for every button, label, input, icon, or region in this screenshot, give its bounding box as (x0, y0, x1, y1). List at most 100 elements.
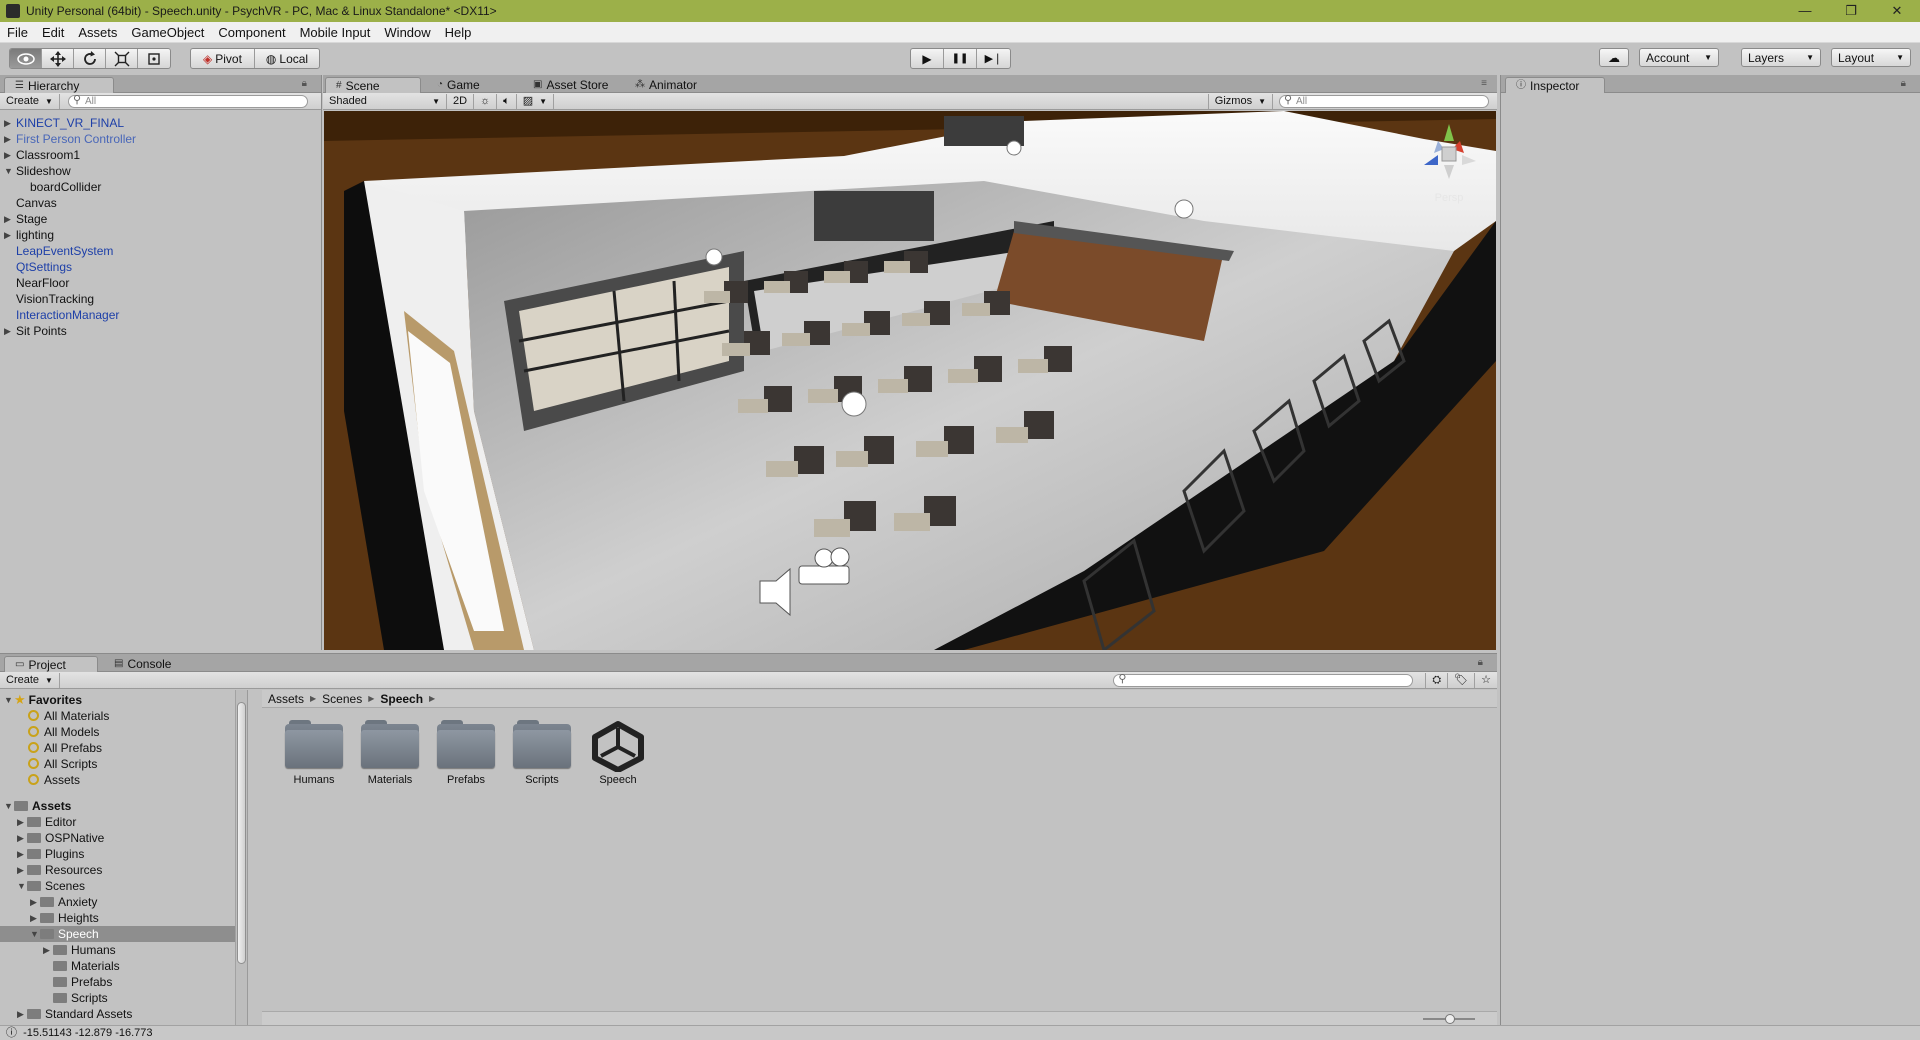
scene-effects-dropdown[interactable]: ▨ ▼ (517, 93, 555, 109)
breadcrumb-assets[interactable]: Assets (268, 692, 304, 706)
expand-arrow-down-icon[interactable]: ▼ (4, 798, 13, 814)
tab-hierarchy[interactable]: ☰ Hierarchy (4, 77, 114, 93)
asset-folder[interactable]: Materials (352, 720, 428, 786)
expand-arrow-right-icon[interactable]: ▶ (43, 942, 50, 958)
search-by-type-icon[interactable]: ⛭ (1425, 672, 1449, 688)
hierarchy-item[interactable]: boardCollider (0, 179, 321, 195)
cloud-button[interactable]: ☁ (1599, 48, 1629, 67)
expand-arrow-down-icon[interactable]: ▼ (30, 926, 39, 942)
restore-button[interactable]: ❐ (1828, 0, 1874, 22)
hierarchy-item[interactable]: ▼ Slideshow (0, 163, 321, 179)
expand-arrow-right-icon[interactable]: ▶ (17, 862, 24, 878)
scene-audio-toggle[interactable]: 🔈︎ (497, 93, 517, 109)
project-search-input[interactable] (1113, 673, 1414, 687)
menu-mobile-input[interactable]: Mobile Input (293, 22, 378, 43)
rotate-icon[interactable] (74, 49, 106, 68)
favorite-item[interactable]: All Materials (0, 708, 235, 724)
asset-folder[interactable]: Prefabs (428, 720, 504, 786)
folder-item[interactable]: ▶ Anxiety (0, 894, 235, 910)
icon-size-slider[interactable] (1423, 1014, 1475, 1024)
expand-arrow-right-icon[interactable]: ▶ (17, 846, 24, 862)
menu-help[interactable]: Help (438, 22, 479, 43)
folder-item[interactable]: ▶ Standard Assets (0, 1006, 235, 1022)
close-button[interactable]: ✕ (1874, 0, 1920, 22)
minimize-button[interactable]: — (1782, 0, 1828, 22)
hierarchy-search-input[interactable]: All (67, 94, 308, 108)
folder-item[interactable]: ▼ Scenes (0, 878, 235, 894)
expand-arrow-right-icon[interactable]: ▶ (4, 147, 14, 163)
expand-arrow-right-icon[interactable]: ▶ (4, 115, 14, 131)
persp-label[interactable]: Persp (1414, 192, 1484, 204)
tab-inspector[interactable]: ⓘ Inspector (1505, 77, 1605, 93)
step-button[interactable]: ▶❘ (977, 49, 1010, 68)
expand-arrow-down-icon[interactable]: ▼ (4, 692, 13, 708)
folder-item[interactable]: ▼ Speech (0, 926, 235, 942)
play-button[interactable]: ▶ (911, 49, 944, 68)
lock-icon[interactable]: 🔒︎ (302, 78, 307, 89)
hierarchy-item[interactable]: NearFloor (0, 275, 321, 291)
hierarchy-item[interactable]: ▶ lighting (0, 227, 321, 243)
2d-toggle-button[interactable]: 2D (447, 93, 475, 109)
expand-arrow-right-icon[interactable]: ▶ (30, 894, 37, 910)
tab-asset-store[interactable]: ▣ Asset Store (523, 77, 618, 93)
favorite-item[interactable]: All Models (0, 724, 235, 740)
folder-item[interactable]: Prefabs (0, 974, 235, 990)
pause-button[interactable]: ❚❚ (944, 49, 977, 68)
folder-item[interactable]: Scripts (0, 990, 235, 1006)
gizmos-dropdown[interactable]: Gizmos ▼ (1207, 93, 1273, 109)
project-create-dropdown[interactable]: Create ▼ (0, 672, 60, 688)
asset-folder[interactable]: Humans (276, 720, 352, 786)
hierarchy-item[interactable]: ▶ Classroom1 (0, 147, 321, 163)
layout-dropdown[interactable]: Layout ▼ (1831, 48, 1911, 67)
menu-gameobject[interactable]: GameObject (124, 22, 211, 43)
slider-knob[interactable] (1445, 1014, 1455, 1024)
favorite-item[interactable]: All Scripts (0, 756, 235, 772)
expand-arrow-right-icon[interactable]: ▶ (4, 323, 14, 339)
folder-item[interactable]: ▶ Resources (0, 862, 235, 878)
scene-search-input[interactable]: All (1279, 94, 1489, 108)
scale-icon[interactable] (106, 49, 138, 68)
favorites-header[interactable]: ▼ ★ Favorites (0, 692, 235, 708)
menu-window[interactable]: Window (377, 22, 437, 43)
breadcrumb-speech[interactable]: Speech (380, 692, 423, 706)
assets-root[interactable]: ▼ Assets (0, 798, 235, 814)
hierarchy-item[interactable]: ▶ Stage (0, 211, 321, 227)
layers-dropdown[interactable]: Layers ▼ (1741, 48, 1821, 67)
move-icon[interactable] (42, 49, 74, 68)
hierarchy-item[interactable]: QtSettings (0, 259, 321, 275)
expand-arrow-down-icon[interactable]: ▼ (4, 163, 14, 179)
hierarchy-item[interactable]: VisionTracking (0, 291, 321, 307)
expand-arrow-right-icon[interactable]: ▶ (17, 1006, 24, 1022)
asset-folder[interactable]: Scripts (504, 720, 580, 786)
scrollbar-thumb[interactable] (237, 702, 246, 964)
scene-lighting-toggle[interactable]: ☼ (474, 93, 498, 109)
pivot-button[interactable]: ◈ Pivot (191, 49, 255, 68)
breadcrumb-scenes[interactable]: Scenes (322, 692, 362, 706)
expand-arrow-right-icon[interactable]: ▶ (30, 910, 37, 926)
shading-mode-dropdown[interactable]: Shaded ▼ (323, 93, 447, 109)
folder-item[interactable]: ▶ Humans (0, 942, 235, 958)
tab-project[interactable]: ▭ Project (4, 656, 98, 672)
hierarchy-item[interactable]: ▶ First Person Controller (0, 131, 321, 147)
folder-item[interactable]: ▶ Heights (0, 910, 235, 926)
menu-component[interactable]: Component (211, 22, 292, 43)
favorite-item[interactable]: All Prefabs (0, 740, 235, 756)
folder-item[interactable]: ▶ Editor (0, 814, 235, 830)
folder-item[interactable]: ▶ Plugins (0, 846, 235, 862)
panel-menu-icon[interactable]: ≡ (1481, 78, 1487, 89)
menu-assets[interactable]: Assets (71, 22, 124, 43)
create-dropdown[interactable]: Create ▼ (0, 93, 60, 109)
menu-file[interactable]: File (0, 22, 35, 43)
hierarchy-item[interactable]: Canvas (0, 195, 321, 211)
tab-console[interactable]: ▤ Console (104, 656, 181, 672)
tab-animator[interactable]: ⁂ Animator (625, 77, 707, 93)
expand-arrow-right-icon[interactable]: ▶ (17, 830, 24, 846)
menu-edit[interactable]: Edit (35, 22, 71, 43)
hierarchy-item[interactable]: LeapEventSystem (0, 243, 321, 259)
account-dropdown[interactable]: Account ▼ (1639, 48, 1719, 67)
search-by-label-icon[interactable]: 🏷︎ (1448, 672, 1476, 688)
expand-arrow-right-icon[interactable]: ▶ (4, 131, 14, 147)
folder-item[interactable]: ▶ OSPNative (0, 830, 235, 846)
favorite-star-icon[interactable]: ☆ (1475, 673, 1497, 688)
scene-viewport[interactable]: Persp (324, 111, 1496, 650)
